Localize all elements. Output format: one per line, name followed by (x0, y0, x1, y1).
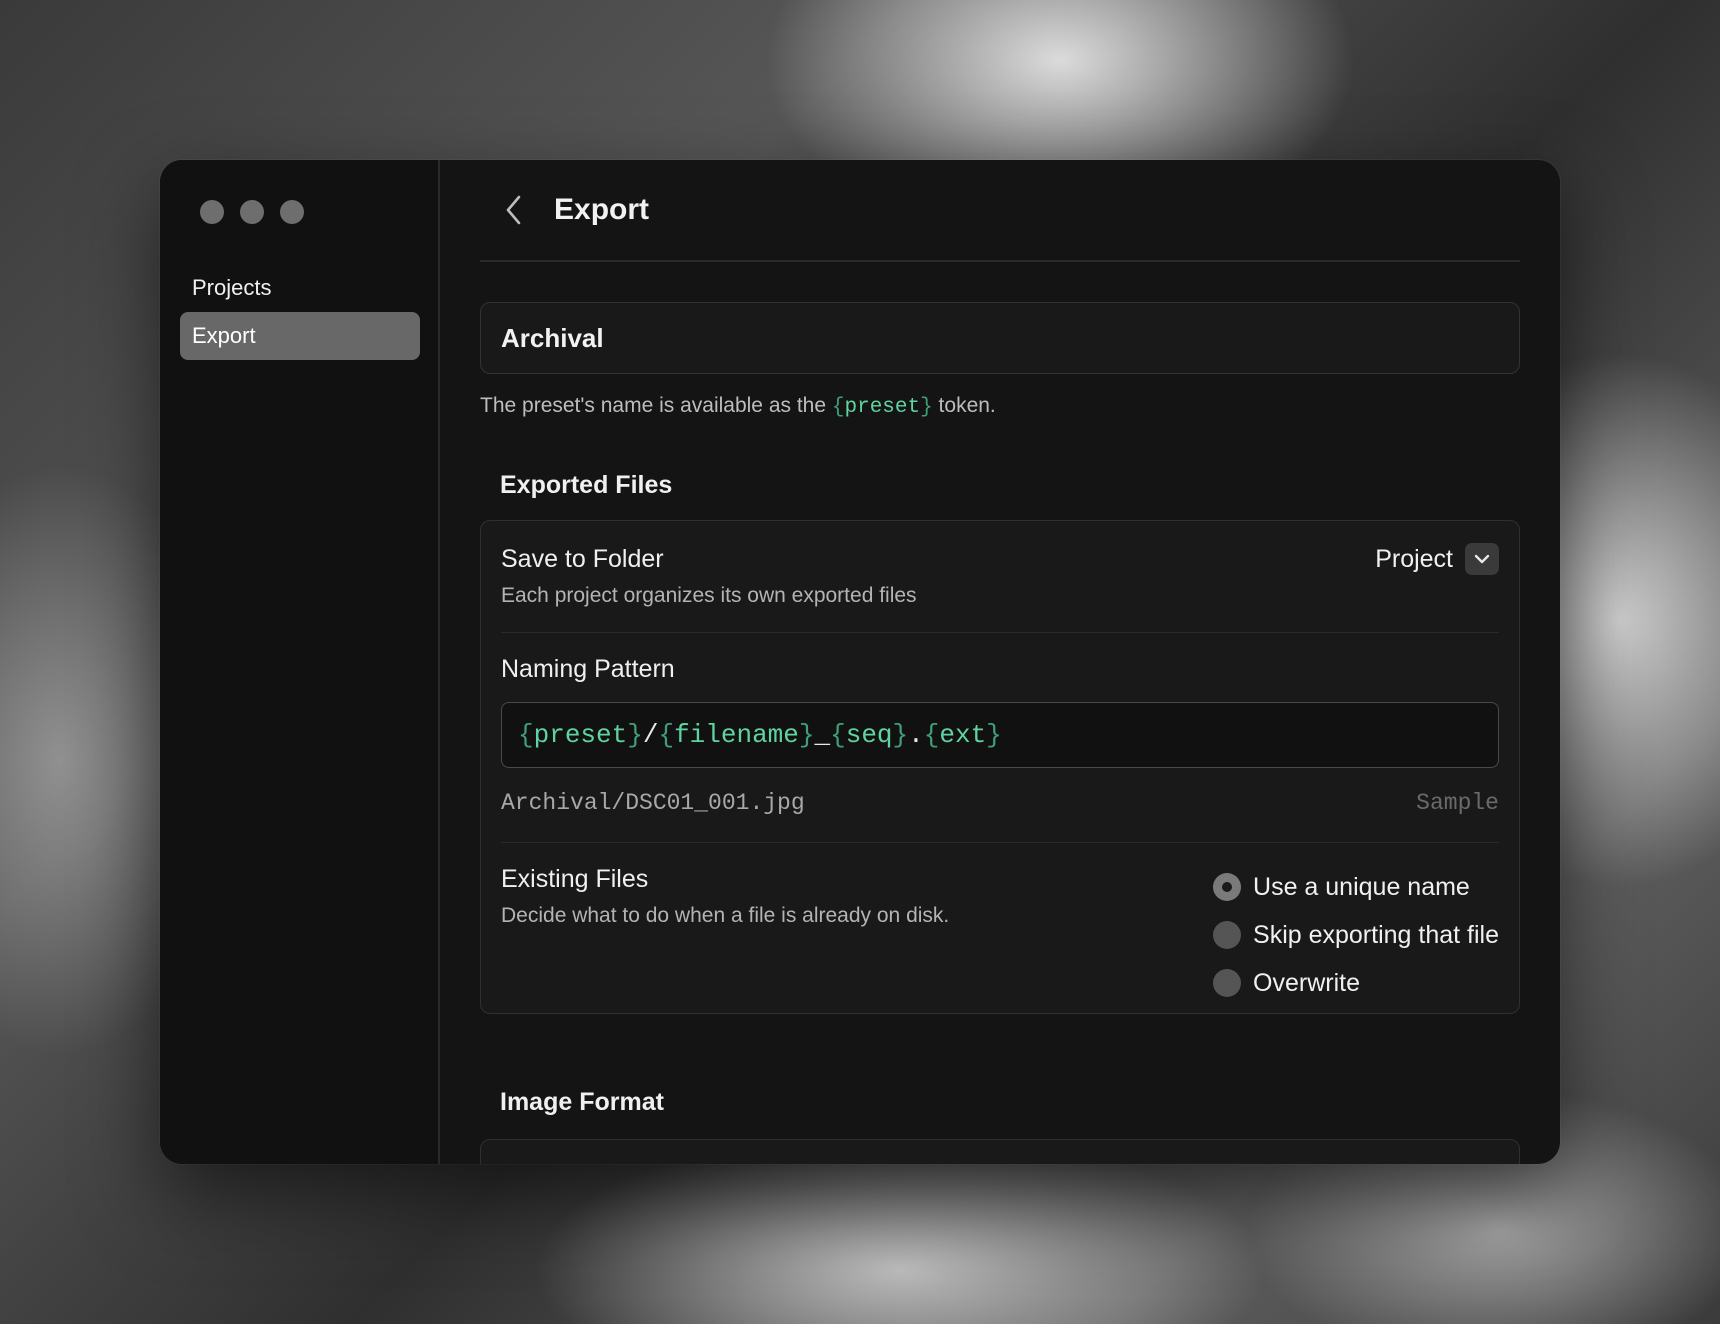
preset-token: {preset} (832, 396, 933, 419)
sample-row: Archival/DSC01_001.jpg Sample (501, 790, 1499, 816)
radio-overwrite[interactable]: Overwrite (1213, 959, 1499, 1007)
token-name: preset (844, 396, 921, 419)
pattern-literal: / (642, 720, 659, 750)
existing-files-radio-group: Use a unique name Skip exporting that fi… (1213, 863, 1499, 1007)
sample-path: Archival/DSC01_001.jpg (501, 790, 805, 816)
naming-pattern-input[interactable]: {preset} / {filename} _ {seq}. {ext} (501, 702, 1499, 768)
radio-label: Overwrite (1253, 968, 1360, 997)
hint-text-suffix: token. (932, 394, 996, 417)
window-controls (200, 200, 304, 224)
radio-use-unique-name[interactable]: Use a unique name (1213, 863, 1499, 911)
save-to-folder-label: Save to Folder (501, 545, 664, 573)
section-title-exported-files: Exported Files (500, 471, 673, 499)
radio-unselected-icon (1213, 921, 1242, 949)
save-to-folder-description: Each project organizes its own exported … (501, 584, 917, 607)
sidebar: Projects Export (160, 160, 440, 1164)
preset-hint: The preset's name is available as the {p… (480, 394, 1520, 419)
sidebar-item-export[interactable]: Export (180, 312, 420, 360)
zoom-window-button[interactable] (280, 200, 304, 224)
save-to-folder-dropdown[interactable]: Project (1375, 543, 1499, 575)
dropdown-value: Project (1375, 544, 1453, 573)
app-window: Projects Export Export Archival The pres… (160, 160, 1560, 1164)
save-to-folder-row: Save to Folder Each project organizes it… (501, 521, 1499, 633)
preset-name-field[interactable]: Archival (480, 302, 1520, 374)
token-brace-close: } (920, 396, 933, 419)
sidebar-nav: Projects Export (180, 264, 420, 360)
radio-label: Skip exporting that file (1253, 920, 1499, 949)
radio-label: Use a unique name (1253, 872, 1470, 901)
hint-text: The preset's name is available as the (480, 394, 832, 417)
chevron-down-icon (1465, 543, 1499, 575)
pattern-token: {seq} (830, 720, 909, 750)
token-brace-open: { (831, 396, 845, 419)
radio-skip-exporting[interactable]: Skip exporting that file (1213, 911, 1499, 959)
exported-files-card: Save to Folder Each project organizes it… (480, 520, 1520, 1014)
pattern-token: {ext} (923, 720, 1002, 750)
chevron-left-icon (506, 195, 521, 225)
sidebar-item-label: Export (192, 323, 256, 348)
naming-pattern-row: Naming Pattern {preset} / {filename} _ {seq}… (501, 633, 1499, 843)
pattern-literal: _ (814, 720, 831, 750)
header: Export (480, 160, 1520, 262)
pattern-token: {preset} (518, 720, 643, 750)
existing-files-row: Existing Files Decide what to do when a … (501, 843, 1499, 1013)
naming-pattern-label: Naming Pattern (501, 655, 675, 683)
main-panel: Export Archival The preset's name is ava… (440, 160, 1560, 1164)
image-format-card (480, 1139, 1520, 1164)
radio-unselected-icon (1213, 969, 1242, 997)
back-button[interactable] (492, 188, 536, 232)
sidebar-item-projects[interactable]: Projects (180, 264, 420, 312)
close-window-button[interactable] (200, 200, 224, 224)
pattern-literal: . (908, 720, 924, 750)
section-title-image-format: Image Format (500, 1088, 664, 1116)
pattern-token: {filename} (658, 720, 815, 750)
preset-name-value: Archival (501, 322, 604, 353)
radio-selected-icon (1213, 873, 1242, 901)
sample-label: Sample (1416, 790, 1499, 816)
sidebar-item-label: Projects (192, 275, 272, 300)
page-title: Export (554, 193, 650, 226)
minimize-window-button[interactable] (240, 200, 264, 224)
